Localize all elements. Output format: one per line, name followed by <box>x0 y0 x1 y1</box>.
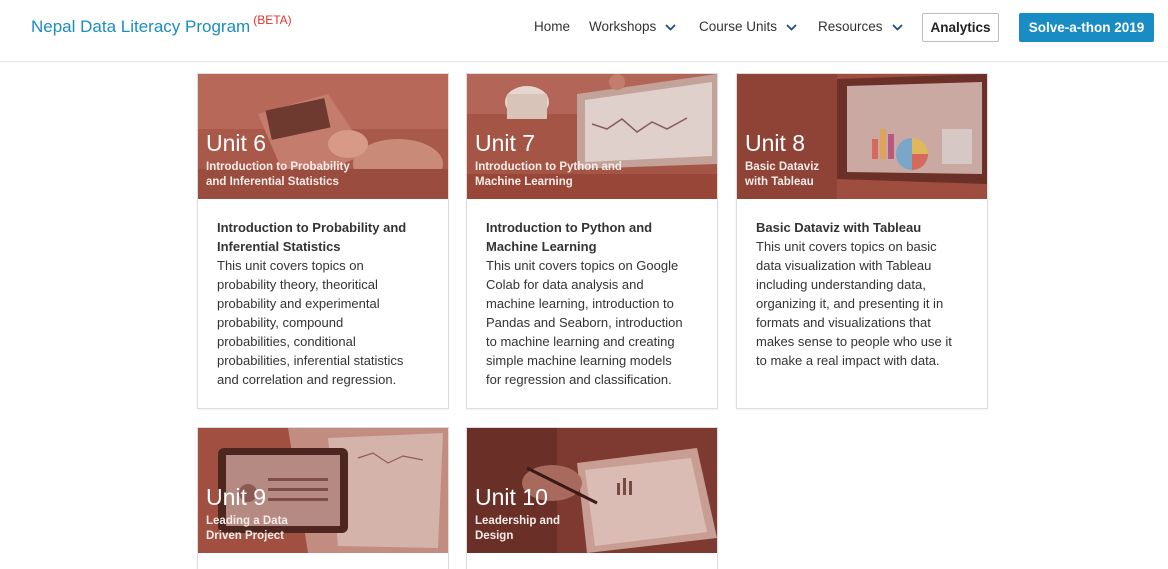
card-desc-line: data visualization with Tableau <box>756 258 932 273</box>
card-desc-line: Pandas and Seaborn, introduction <box>486 315 683 330</box>
nav-resources[interactable]: Resources <box>818 19 903 35</box>
card-title: Introduction to Python and Machine Learn… <box>486 218 698 256</box>
unit-subtitle: Leadership and Design <box>475 514 560 543</box>
solve-a-thon-button[interactable]: Solve-a-thon 2019 <box>1019 13 1154 42</box>
unit-number: Unit 7 <box>475 130 536 156</box>
unit-number: Unit 8 <box>745 130 806 156</box>
nav-course-units-label: Course Units <box>699 19 778 34</box>
card-desc-line: to machine learning and creating <box>486 334 675 349</box>
card-title-line: Introduction to Probability and <box>217 220 407 235</box>
card-title-line: Basic Dataviz with Tableau <box>756 220 922 235</box>
card-desc-line: formats and visualizations that <box>756 315 931 330</box>
card-desc-line: to make a real impact with data. <box>756 353 940 368</box>
course-card-unit-8[interactable]: Unit 8 Basic Dataviz with Tableau Basic … <box>736 73 988 409</box>
nav-course-units[interactable]: Course Units <box>699 19 797 35</box>
chevron-down-icon <box>786 19 797 34</box>
card-title-line: Introduction to Python and <box>486 220 653 235</box>
card-desc-line: for regression and classification. <box>486 372 672 387</box>
card-desc-line: makes sense to people who use it <box>756 334 952 349</box>
card-desc-line: organizing it, and presenting it in <box>756 296 944 311</box>
card-title: Introduction to Probability and Inferent… <box>217 218 429 256</box>
unit-subtitle-line: with Tableau <box>745 175 814 188</box>
nav-workshops-label: Workshops <box>589 19 657 34</box>
card-desc-line: probabilities, inferential statistics <box>217 353 404 368</box>
unit-subtitle-line: Introduction to Probability <box>206 161 350 173</box>
unit-subtitle-line: Design <box>475 529 514 542</box>
card-desc-line: probability, compound <box>217 315 344 330</box>
card-desc-line: probabilities, conditional <box>217 334 356 349</box>
unit-subtitle: Introduction to Python and Machine Learn… <box>475 160 622 189</box>
nav-home-label: Home <box>534 19 571 34</box>
nav-resources-label: Resources <box>818 19 883 34</box>
top-navbar: Nepal Data Literacy Program (BETA) Home W… <box>0 0 1168 62</box>
brand-name[interactable]: Nepal Data Literacy Program <box>31 17 250 36</box>
beta-tag: (BETA) <box>253 13 292 27</box>
laptop-coffee-photo[interactable]: Unit 7 Introduction to Python and Machin… <box>467 74 717 199</box>
card-desc-line: probability theory, theoritical <box>217 277 378 292</box>
unit-subtitle: Leading a Data Driven Project <box>206 514 288 543</box>
office-desk-photo[interactable]: Unit 6 Introduction to Probability and I… <box>198 74 448 199</box>
chevron-down-icon <box>891 19 903 34</box>
unit-subtitle-line: Leading a Data <box>206 515 288 527</box>
card-desc-line: including understanding data, <box>756 277 926 292</box>
card-body: Introduction to Probability and Inferent… <box>198 199 448 409</box>
course-card-unit-10[interactable]: Unit 10 Leadership and Design <box>466 427 718 569</box>
card-description: This unit covers topics on basic data vi… <box>756 237 968 370</box>
brand-logo[interactable]: Nepal Data Literacy Program (BETA) <box>31 13 292 37</box>
nav-home[interactable]: Home <box>534 19 570 34</box>
hand-writing-photo[interactable]: Unit 10 Leadership and Design <box>467 428 717 553</box>
unit-subtitle-line: Driven Project <box>206 529 284 542</box>
card-body: Basic Dataviz with Tableau This unit cov… <box>737 199 987 390</box>
card-title-line: Machine Learning <box>486 239 597 254</box>
card-title-line: Inferential Statistics <box>217 239 341 254</box>
card-desc-line: Colab for data analysis and <box>486 277 644 292</box>
card-desc-line: probability and experimental <box>217 296 380 311</box>
course-card-unit-6[interactable]: Unit 6 Introduction to Probability and I… <box>197 73 449 409</box>
chevron-down-icon <box>665 19 676 34</box>
laptop-charts-photo[interactable]: Unit 8 Basic Dataviz with Tableau <box>737 74 987 199</box>
card-title: Basic Dataviz with Tableau <box>756 218 968 237</box>
card-desc-line: machine learning, introduction to <box>486 296 674 311</box>
card-body: Introduction to Python and Machine Learn… <box>467 199 717 409</box>
card-description: This unit covers topics on probability t… <box>217 256 429 389</box>
analytics-button[interactable]: Analytics <box>922 13 999 42</box>
card-desc-line: simple machine learning models <box>486 353 672 368</box>
unit-subtitle-line: Basic Dataviz <box>745 161 820 173</box>
tablet-papers-photo[interactable]: Unit 9 Leading a Data Driven Project <box>198 428 448 553</box>
nav-workshops[interactable]: Workshops <box>589 19 676 35</box>
card-description: This unit covers topics on Google Colab … <box>486 256 698 389</box>
course-card-unit-9[interactable]: Unit 9 Leading a Data Driven Project <box>197 427 449 569</box>
unit-subtitle-line: Machine Learning <box>475 175 573 188</box>
unit-number: Unit 10 <box>475 484 548 510</box>
unit-subtitle-line: Leadership and <box>475 515 560 527</box>
unit-subtitle-line: and Inferential Statistics <box>206 175 339 188</box>
card-desc-line: This unit covers topics on Google <box>486 258 679 273</box>
course-card-unit-7[interactable]: Unit 7 Introduction to Python and Machin… <box>466 73 718 409</box>
unit-subtitle: Introduction to Probability and Inferent… <box>206 160 350 189</box>
unit-number: Unit 6 <box>206 130 267 156</box>
unit-subtitle-line: Introduction to Python and <box>475 161 622 173</box>
card-desc-line: This unit covers topics on <box>217 258 364 273</box>
card-desc-line: This unit covers topics on basic <box>756 239 937 254</box>
unit-number: Unit 9 <box>206 484 267 510</box>
card-desc-line: and correlation and regression. <box>217 372 397 387</box>
unit-subtitle: Basic Dataviz with Tableau <box>745 160 819 189</box>
